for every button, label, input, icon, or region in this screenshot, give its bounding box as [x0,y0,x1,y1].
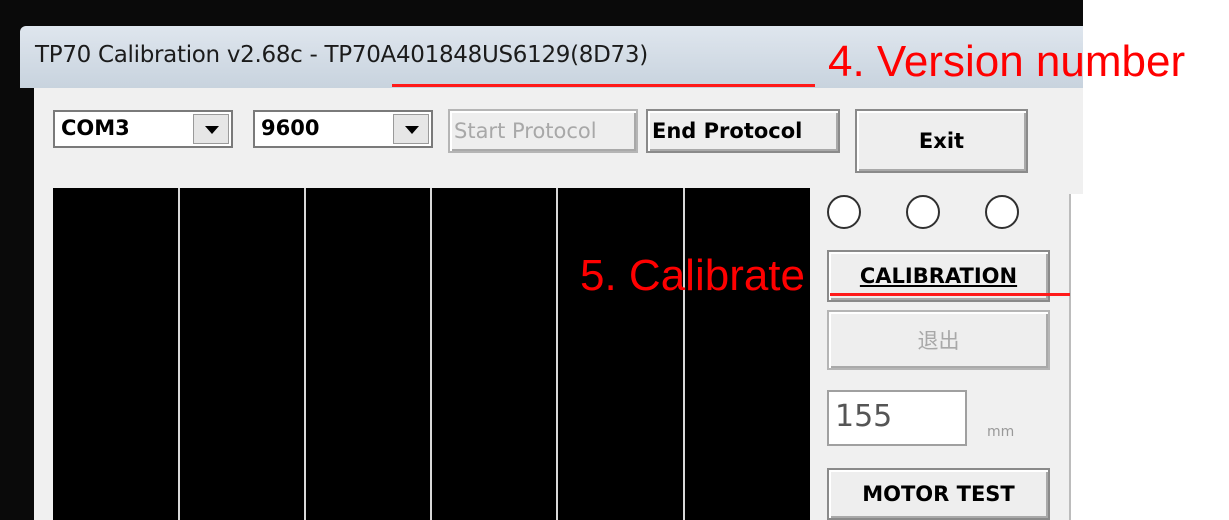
port-select-value: COM3 [61,116,130,140]
plot-gridline [430,188,432,520]
window-title: TP70 Calibration v2.68c - TP70A401848US6… [35,42,648,68]
plot-gridline [556,188,558,520]
port-select[interactable]: COM3 [53,110,233,148]
baud-select-value: 9600 [261,116,320,140]
exit-button[interactable]: Exit [855,109,1028,173]
baud-select[interactable]: 9600 [253,110,433,148]
side-panel [1069,194,1085,520]
calibrate-underline [830,293,1070,296]
quit-button[interactable]: 退出 [827,310,1050,370]
chevron-down-icon[interactable] [193,114,229,144]
motor-test-button[interactable]: MOTOR TEST [827,468,1050,520]
client-area: COM3 9600 Start Protocol End Protocol Ex… [34,88,1085,520]
chevron-down-icon[interactable] [393,114,429,144]
plot-gridline [304,188,306,520]
version-annotation: 4. Version number [828,37,1186,86]
end-protocol-button[interactable]: End Protocol [646,109,840,153]
plot-gridline [683,188,685,520]
start-protocol-button[interactable]: Start Protocol [448,109,638,153]
version-underline [392,84,815,87]
signal-plot [53,188,810,520]
status-indicator-1-icon [827,195,861,229]
distance-unit: mm [987,424,1015,440]
status-indicator-3-icon [985,195,1019,229]
distance-input[interactable]: 155 [827,390,967,446]
calibrate-annotation: 5. Calibrate [580,251,806,300]
status-indicator-2-icon [906,195,940,229]
plot-gridline [178,188,180,520]
